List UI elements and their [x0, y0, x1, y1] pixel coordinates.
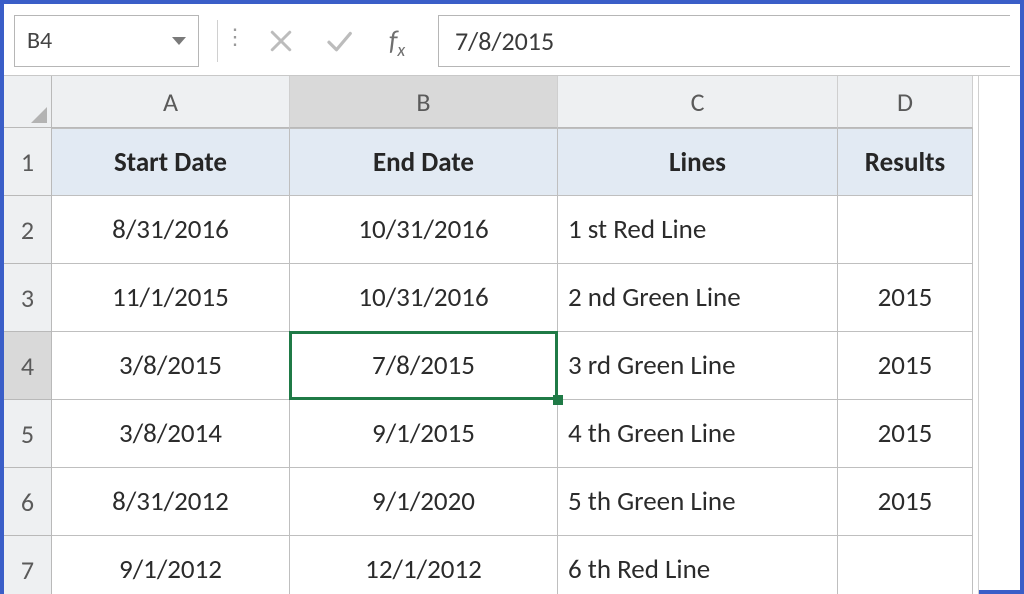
- cell-B6[interactable]: 9/1/2020: [290, 468, 558, 536]
- column-header-A[interactable]: A: [52, 76, 290, 128]
- row-header-4[interactable]: 4: [4, 332, 52, 400]
- cell-B7[interactable]: 12/1/2012: [290, 536, 558, 594]
- select-all-corner[interactable]: [4, 76, 52, 128]
- table-row: 43/8/20157/8/20153 rd Green Line2015: [4, 332, 1020, 400]
- row-header-2[interactable]: 2: [4, 196, 52, 264]
- cell-C2[interactable]: 1 st Red Line: [558, 196, 838, 264]
- cell-D5[interactable]: 2015: [838, 400, 973, 468]
- cell-D6[interactable]: 2015: [838, 468, 973, 536]
- table-row: 68/31/20129/1/20205 th Green Line2015: [4, 468, 1020, 536]
- cell-B1[interactable]: End Date: [290, 128, 558, 196]
- row-header-7[interactable]: 7: [4, 536, 52, 594]
- cell-B4[interactable]: 7/8/2015: [290, 332, 558, 400]
- row-header-6[interactable]: 6: [4, 468, 52, 536]
- cell-A6[interactable]: 8/31/2012: [52, 468, 290, 536]
- cell-A7[interactable]: 9/1/2012: [52, 536, 290, 594]
- cell-D2[interactable]: [838, 196, 973, 264]
- cell-C3[interactable]: 2 nd Green Line: [558, 264, 838, 332]
- cell-A1[interactable]: Start Date: [52, 128, 290, 196]
- resize-dots-icon: ⋮: [224, 26, 252, 48]
- cell-A3[interactable]: 11/1/2015: [52, 264, 290, 332]
- cell-A5[interactable]: 3/8/2014: [52, 400, 290, 468]
- formula-input[interactable]: 7/8/2015: [438, 15, 1010, 67]
- row-header-5[interactable]: 5: [4, 400, 52, 468]
- cell-B2[interactable]: 10/31/2016: [290, 196, 558, 264]
- row-header-1[interactable]: 1: [4, 128, 52, 196]
- cancel-button[interactable]: [252, 16, 310, 66]
- cell-D4[interactable]: 2015: [838, 332, 973, 400]
- row-header-3[interactable]: 3: [4, 264, 52, 332]
- formula-value: 7/8/2015: [455, 25, 554, 57]
- formula-bar: B4 ⋮ fx 7/8/2015: [4, 4, 1020, 76]
- name-box-dropdown-icon[interactable]: [172, 37, 186, 45]
- cell-D7[interactable]: [838, 536, 973, 594]
- cell-D1[interactable]: Results: [838, 128, 973, 196]
- insert-function-button[interactable]: fx: [368, 16, 426, 66]
- check-icon: [324, 26, 354, 56]
- column-header-C[interactable]: C: [558, 76, 838, 128]
- cell-D3[interactable]: 2015: [838, 264, 973, 332]
- cell-B3[interactable]: 10/31/2016: [290, 264, 558, 332]
- cell-C1[interactable]: Lines: [558, 128, 838, 196]
- cell-B5[interactable]: 9/1/2015: [290, 400, 558, 468]
- excel-window: B4 ⋮ fx 7/8/2015 ABCD 1Start DateEnd Dat…: [0, 0, 1024, 594]
- enter-button[interactable]: [310, 16, 368, 66]
- table-row: 53/8/20149/1/20154 th Green Line2015: [4, 400, 1020, 468]
- cell-C7[interactable]: 6 th Red Line: [558, 536, 838, 594]
- cell-A4[interactable]: 3/8/2015: [52, 332, 290, 400]
- fx-icon: fx: [389, 23, 405, 58]
- separator: [217, 20, 218, 62]
- cell-C4[interactable]: 3 rd Green Line: [558, 332, 838, 400]
- cell-A2[interactable]: 8/31/2016: [52, 196, 290, 264]
- header-row: 1Start DateEnd DateLinesResults: [4, 128, 1020, 196]
- cell-C6[interactable]: 5 th Green Line: [558, 468, 838, 536]
- column-header-B[interactable]: B: [290, 76, 558, 128]
- x-icon: [266, 26, 296, 56]
- spreadsheet-grid[interactable]: ABCD 1Start DateEnd DateLinesResults28/3…: [4, 76, 1020, 590]
- table-row: 311/1/201510/31/20162 nd Green Line2015: [4, 264, 1020, 332]
- column-header-D[interactable]: D: [838, 76, 973, 128]
- cell-C5[interactable]: 4 th Green Line: [558, 400, 838, 468]
- table-row: 28/31/201610/31/20161 st Red Line: [4, 196, 1020, 264]
- table-row: 79/1/201212/1/20126 th Red Line: [4, 536, 1020, 594]
- name-box-value: B4: [27, 26, 52, 55]
- column-header-row: ABCD: [4, 76, 1020, 128]
- name-box[interactable]: B4: [14, 15, 199, 67]
